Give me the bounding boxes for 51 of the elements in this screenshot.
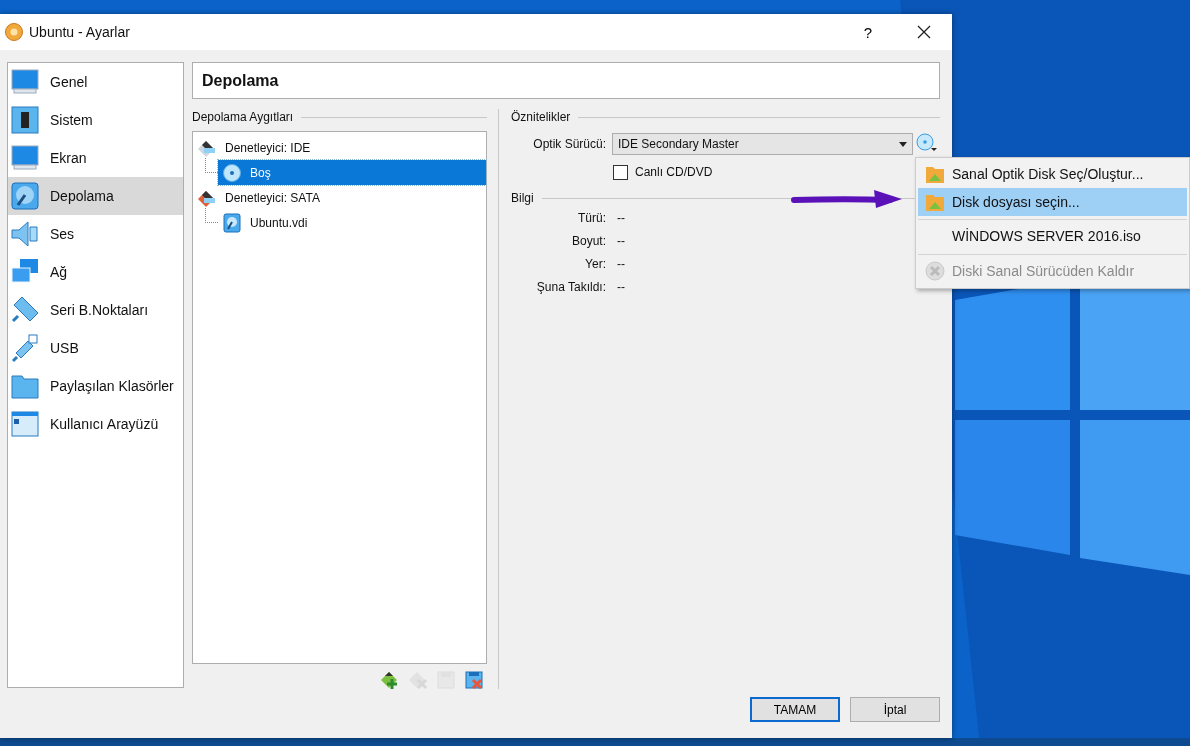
ok-button[interactable]: TAMAM: [750, 697, 840, 722]
gear-icon: [4, 22, 24, 42]
sidebar-item[interactable]: Ağ: [8, 253, 183, 291]
menu-item[interactable]: Sanal Optik Disk Seç/Oluştur...: [918, 160, 1187, 188]
info-label: Boyut:: [570, 233, 606, 248]
group-title: Depolama Aygıtları: [192, 110, 294, 124]
speaker-icon: [10, 219, 40, 249]
sidebar-item[interactable]: Genel: [8, 63, 183, 101]
monitor-icon: [10, 143, 40, 173]
info-value: --: [617, 210, 625, 225]
sidebar-item[interactable]: Ekran: [8, 139, 183, 177]
group-title: Bilgi: [511, 191, 534, 205]
sidebar-item[interactable]: Paylaşılan Klasörler: [8, 367, 183, 405]
caret-icon: [899, 141, 907, 147]
usb-icon: [10, 333, 40, 363]
info-label: Yer:: [584, 256, 606, 271]
checkbox[interactable]: [613, 164, 628, 180]
group-title: Öznitelikler: [511, 110, 571, 124]
sidebar-item[interactable]: Ses: [8, 215, 183, 253]
folder-icon: [925, 192, 945, 212]
chip-icon: [10, 105, 40, 135]
folder-icon: [925, 164, 945, 184]
sidebar-item[interactable]: Depolama: [8, 177, 183, 215]
sidebar-item[interactable]: Seri B.Noktaları: [8, 291, 183, 329]
info-value: --: [617, 233, 625, 248]
remove-attachment-button[interactable]: [463, 669, 485, 691]
tree-item[interactable]: Denetleyici: SATA: [193, 185, 486, 210]
tree-item[interactable]: Boş: [218, 160, 486, 185]
tree-item[interactable]: Ubuntu.vdi: [218, 210, 486, 235]
disc-icon: [222, 162, 242, 183]
disc-remove-icon: [925, 260, 945, 281]
sidebar-item[interactable]: USB: [8, 329, 183, 367]
window-icon: [10, 409, 40, 439]
close-icon: [917, 25, 931, 39]
tree-item[interactable]: Denetleyici: IDE: [193, 135, 486, 160]
drive-dropdown[interactable]: IDE Secondary Master: [612, 133, 913, 155]
window-title: Ubuntu - Ayarlar: [29, 24, 130, 40]
checkbox-label: Canlı CD/DVD: [635, 165, 713, 179]
monitor-icon: [10, 67, 40, 97]
help-button[interactable]: ?: [840, 14, 896, 50]
field-label: Optik Sürücü:: [532, 137, 606, 151]
info-value: --: [617, 256, 625, 271]
info-label: Şuna Takıldı:: [535, 279, 606, 294]
sidebar-item[interactable]: Kullanıcı Arayüzü: [8, 405, 183, 443]
section-header: Depolama: [192, 62, 940, 99]
info-value: --: [617, 279, 625, 294]
menu-item[interactable]: Disk dosyası seçin...: [918, 188, 1187, 216]
cancel-button[interactable]: İptal: [850, 697, 940, 722]
info-label: Türü:: [577, 210, 606, 225]
menu-item[interactable]: WİNDOWS SERVER 2016.iso: [918, 219, 1187, 251]
sidebar-item[interactable]: Sistem: [8, 101, 183, 139]
